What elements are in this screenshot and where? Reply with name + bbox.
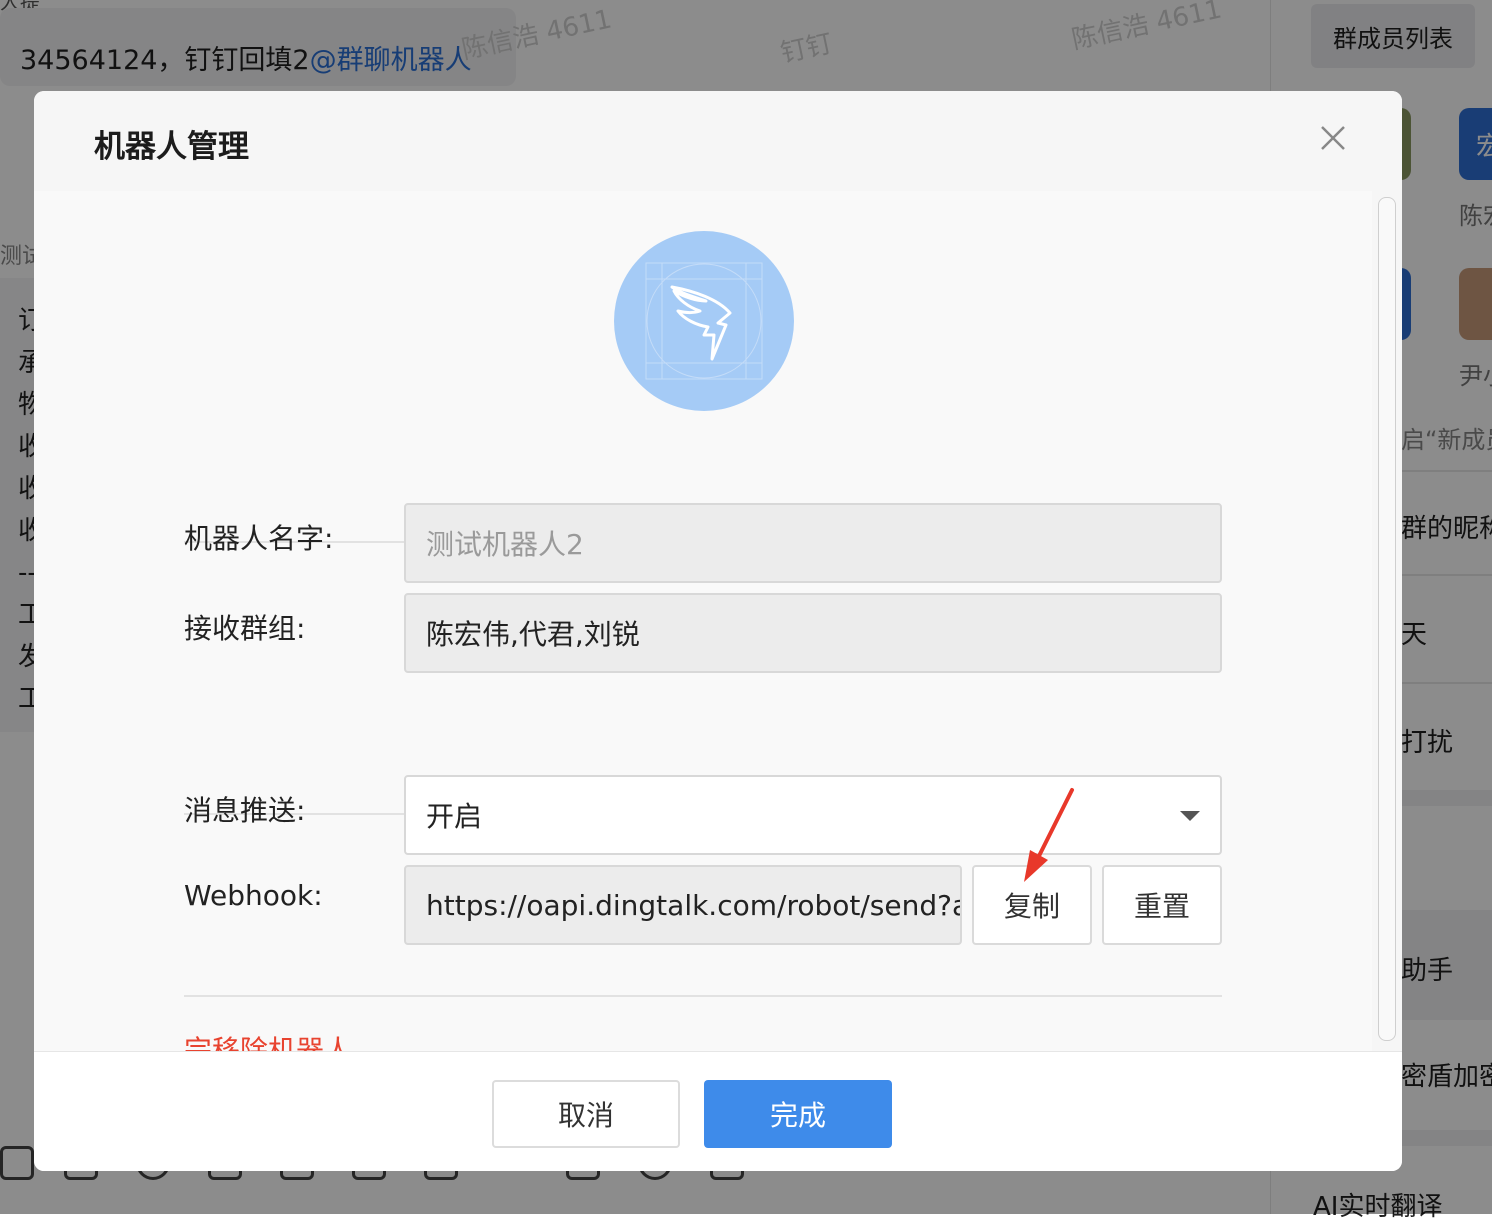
message-push-value: 开启 — [426, 800, 483, 833]
message-push-select[interactable]: 开启 — [404, 775, 1222, 855]
dialog-footer: 取消 完成 — [34, 1051, 1402, 1171]
group-label: 接收群组: — [184, 612, 306, 645]
cancel-button[interactable]: 取消 — [492, 1080, 680, 1148]
scrollbar[interactable] — [1378, 197, 1396, 1041]
close-icon — [1321, 126, 1345, 150]
divider — [184, 995, 1222, 997]
robot-management-dialog: 机器人管理 机器人名字: 测试机器人2 接收群组: 陈宏伟,代君,刘锐 消息推送… — [34, 91, 1402, 1171]
reset-button[interactable]: 重置 — [1102, 865, 1222, 945]
close-button[interactable] — [1316, 121, 1350, 155]
remove-robot-link[interactable]: 完移除机器人 — [184, 1029, 352, 1051]
push-label: 消息推送: — [184, 794, 306, 827]
copy-button[interactable]: 复制 — [972, 865, 1092, 945]
chevron-down-icon — [1180, 811, 1200, 821]
done-button[interactable]: 完成 — [704, 1080, 892, 1148]
robot-name-input[interactable]: 测试机器人2 — [404, 503, 1222, 583]
name-label: 机器人名字: — [184, 522, 334, 555]
dialog-title: 机器人管理 — [94, 129, 249, 165]
webhook-field[interactable]: https://oapi.dingtalk.com/robot/send?a — [404, 865, 962, 945]
webhook-label: Webhook: — [184, 879, 323, 912]
dialog-body[interactable]: 机器人名字: 测试机器人2 接收群组: 陈宏伟,代君,刘锐 消息推送: 开启 W… — [34, 191, 1372, 1051]
dingtalk-logo-icon — [645, 262, 763, 380]
dialog-header: 机器人管理 — [34, 91, 1402, 191]
receive-group-field[interactable]: 陈宏伟,代君,刘锐 — [404, 593, 1222, 673]
robot-avatar — [614, 231, 794, 411]
